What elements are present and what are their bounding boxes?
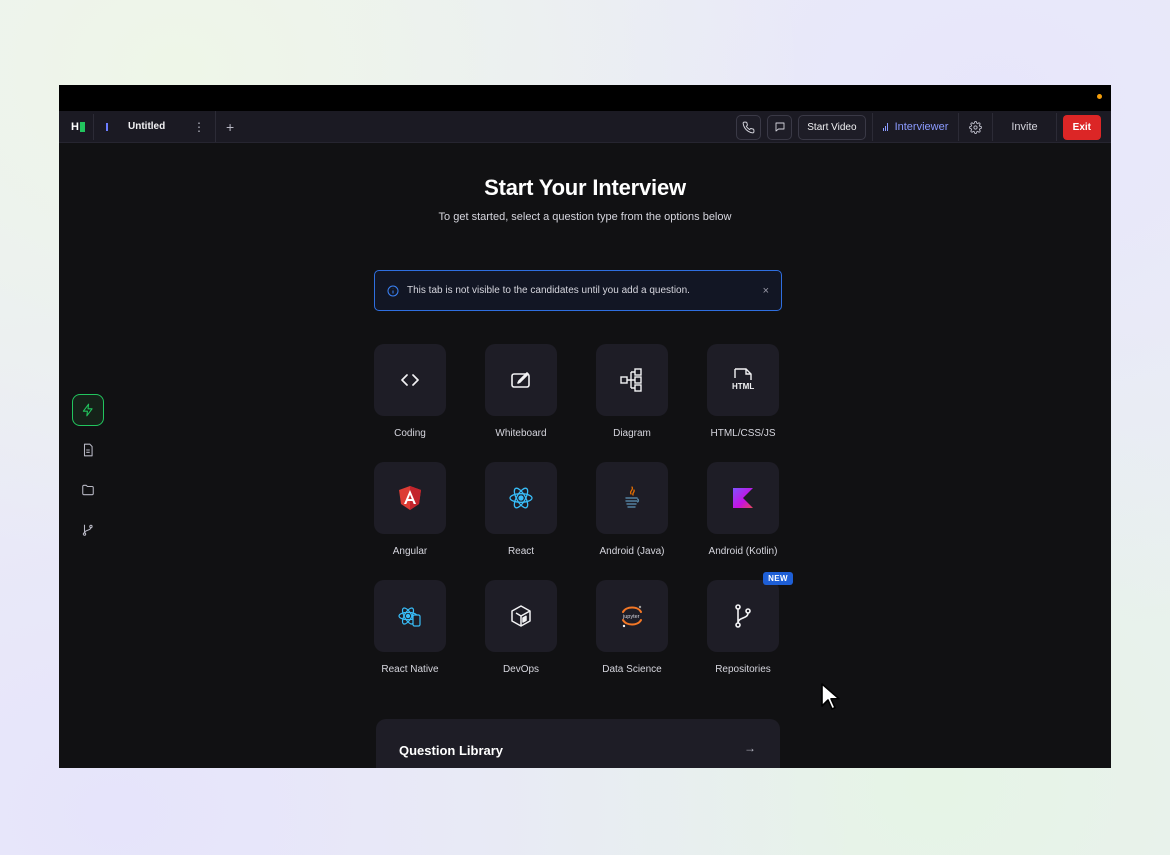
settings-button[interactable] bbox=[965, 120, 986, 134]
tile-label: Angular bbox=[392, 546, 428, 557]
phone-icon bbox=[742, 121, 755, 133]
question-type-android-kotlin[interactable]: Android (Kotlin) bbox=[707, 462, 779, 557]
tile-label: Android (Java) bbox=[599, 546, 665, 557]
tab-untitled[interactable]: Untitled ⋮ bbox=[96, 111, 216, 142]
arrow-right-icon: → bbox=[744, 741, 756, 755]
question-type-whiteboard[interactable]: Whiteboard bbox=[485, 344, 557, 439]
tile-label: Android (Kotlin) bbox=[708, 546, 778, 557]
question-type-data-science[interactable]: jupyter Data Science bbox=[596, 580, 668, 675]
side-rail bbox=[72, 394, 104, 554]
page-subtitle: To get started, select a question type f… bbox=[438, 211, 732, 223]
tile-label: Data Science bbox=[602, 664, 662, 675]
rail-files[interactable] bbox=[72, 474, 104, 506]
gear-icon bbox=[969, 120, 983, 134]
tab-menu-icon[interactable]: ⋮ bbox=[193, 120, 205, 134]
page-title: Start Your Interview bbox=[484, 175, 686, 200]
question-type-diagram[interactable]: Diagram bbox=[596, 344, 668, 439]
exit-button[interactable]: Exit bbox=[1062, 114, 1101, 140]
role-label: Interviewer bbox=[894, 121, 949, 133]
app-window: H Untitled ⋮ + Start Video Interviewer I… bbox=[59, 85, 1111, 768]
tile-icon-box bbox=[485, 344, 557, 416]
tile-icon-box bbox=[707, 462, 779, 534]
info-banner: This tab is not visible to the candidate… bbox=[374, 270, 782, 311]
tile-icon-box bbox=[374, 344, 446, 416]
tile-icon-box bbox=[374, 580, 446, 652]
question-type-repositories[interactable]: NEW Repositories bbox=[707, 572, 793, 675]
new-badge: NEW bbox=[763, 572, 793, 585]
code-icon bbox=[401, 374, 419, 386]
question-type-coding[interactable]: Coding bbox=[374, 344, 446, 439]
question-type-angular[interactable]: Angular bbox=[374, 462, 446, 557]
main-content: Start Your Interview To get started, sel… bbox=[59, 143, 1111, 768]
info-banner-text: This tab is not visible to the candidate… bbox=[407, 285, 690, 296]
svg-text:jupyter: jupyter bbox=[622, 614, 640, 620]
tile-icon-box: HTML bbox=[707, 344, 779, 416]
tile-label: React bbox=[507, 546, 535, 557]
role-selector[interactable]: Interviewer bbox=[879, 121, 953, 133]
tile-icon-box bbox=[596, 344, 668, 416]
question-type-devops[interactable]: DevOps bbox=[485, 580, 557, 675]
angular-icon bbox=[399, 486, 421, 510]
tile-label: React Native bbox=[381, 664, 439, 675]
folder-icon bbox=[82, 484, 94, 496]
chat-icon bbox=[775, 122, 785, 132]
svg-text:HTML: HTML bbox=[732, 382, 754, 391]
document-icon bbox=[83, 443, 93, 457]
tile-label: Diagram bbox=[613, 428, 651, 439]
jupyter-icon: jupyter bbox=[622, 605, 642, 628]
tile-label: HTML/CSS/JS bbox=[710, 428, 776, 439]
toolbar-divider bbox=[958, 113, 960, 141]
question-type-react-native[interactable]: React Native bbox=[374, 580, 446, 675]
tab-indicator bbox=[106, 122, 108, 131]
react-icon bbox=[509, 487, 533, 509]
add-tab-button[interactable]: + bbox=[226, 119, 234, 135]
tab-label: Untitled bbox=[128, 121, 166, 132]
question-type-android-java[interactable]: Android (Java) bbox=[596, 462, 668, 557]
tile-label: DevOps bbox=[502, 664, 540, 675]
info-icon bbox=[387, 285, 399, 296]
tile-icon-box bbox=[485, 580, 557, 652]
git-branch-icon bbox=[82, 524, 93, 536]
tile-icon-box: NEW bbox=[707, 572, 793, 652]
tile-label: Repositories bbox=[715, 664, 771, 675]
top-toolbar: H Untitled ⋮ + Start Video Interviewer I… bbox=[59, 111, 1111, 143]
whiteboard-icon bbox=[511, 372, 530, 388]
toolbar-divider bbox=[93, 113, 94, 140]
tile-label: Whiteboard bbox=[495, 428, 547, 439]
question-type-html-css-js[interactable]: HTML HTML/CSS/JS bbox=[707, 344, 779, 439]
toolbar-divider bbox=[871, 113, 873, 141]
rail-quick-start[interactable] bbox=[72, 394, 104, 426]
status-dot bbox=[1097, 94, 1102, 99]
kotlin-icon bbox=[733, 488, 753, 508]
toolbar-divider bbox=[992, 113, 994, 141]
html-file-icon: HTML bbox=[732, 368, 754, 391]
devops-cube-icon bbox=[511, 605, 531, 627]
invite-button[interactable]: Invite bbox=[999, 121, 1049, 133]
question-library-title: Question Library bbox=[399, 742, 504, 758]
lightning-icon bbox=[82, 403, 93, 417]
rail-repositories[interactable] bbox=[72, 514, 104, 546]
tile-label: Coding bbox=[394, 428, 426, 439]
app-logo[interactable]: H bbox=[63, 121, 93, 133]
phone-button[interactable] bbox=[736, 114, 762, 140]
tile-icon-box bbox=[596, 462, 668, 534]
git-branch-icon bbox=[735, 604, 751, 628]
start-video-button[interactable]: Start Video bbox=[798, 114, 866, 140]
question-type-react[interactable]: React bbox=[485, 462, 557, 557]
mouse-cursor-icon bbox=[821, 683, 840, 710]
java-icon bbox=[625, 486, 640, 508]
question-library-card[interactable]: Question Library → bbox=[376, 719, 780, 768]
tile-icon-box: jupyter bbox=[596, 580, 668, 652]
rail-notes[interactable] bbox=[72, 434, 104, 466]
tile-icon-box bbox=[485, 462, 557, 534]
close-icon[interactable]: × bbox=[763, 285, 769, 297]
react-native-icon bbox=[398, 607, 421, 627]
toolbar-actions: Start Video Interviewer Invite Exit bbox=[730, 111, 1101, 143]
tile-icon-box bbox=[374, 462, 446, 534]
signal-icon bbox=[882, 123, 889, 131]
diagram-icon bbox=[620, 368, 642, 392]
chat-button[interactable] bbox=[767, 114, 793, 140]
toolbar-divider bbox=[1055, 113, 1057, 141]
title-bar bbox=[59, 85, 1111, 111]
